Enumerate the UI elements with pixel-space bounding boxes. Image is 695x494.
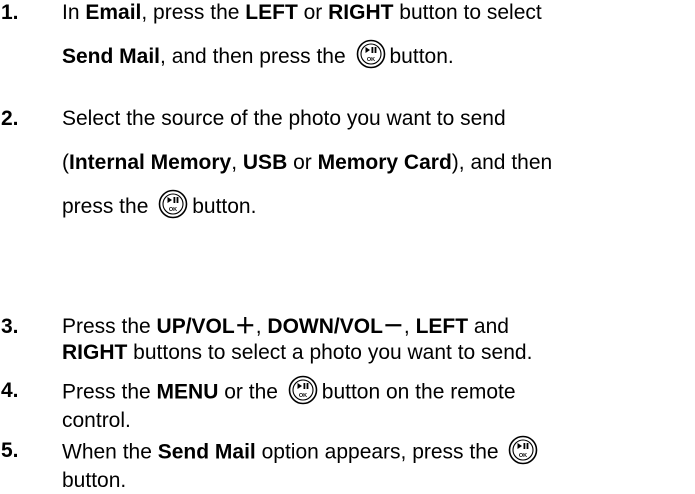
step-line: Press the UP/VOL＋, DOWN/VOL－, LEFT and [62,315,509,338]
ok-play-pause-button-icon: OK [158,189,188,219]
bold-term: DOWN/VOL－ [267,315,404,338]
svg-text:OK: OK [519,453,527,459]
step-line: press the OK button. [62,185,692,229]
step-line: Select the source of the photo you want … [62,107,506,130]
step-number: 5. [1,439,19,462]
step-number: 4. [1,379,19,402]
svg-text:OK: OK [169,207,177,213]
step-number: 3. [1,315,19,338]
ok-play-pause-button-icon: OK [288,375,318,405]
bold-term: LEFT [245,1,298,24]
svg-text:OK: OK [366,57,374,63]
step-text: Press the UP/VOL＋, DOWN/VOL－, LEFT and RI… [62,314,692,366]
bold-term: Email [85,1,142,24]
step-line: control. [62,409,131,432]
bold-term: USB [242,151,288,174]
step-line: When the Send Mail option appears, press… [62,435,692,468]
step-line: Send Mail, and then press the OK button. [62,35,692,79]
step-line: button. [62,469,127,492]
ok-play-pause-button-icon: OK [508,435,538,465]
step-line: In Email, press the LEFT or RIGHT button… [62,1,542,24]
step-text: In Email, press the LEFT or RIGHT button… [62,0,692,79]
step-text: Press the MENU or the OK button on the re… [62,375,692,434]
bold-term: Send Mail [157,440,256,464]
step-line: RIGHT buttons to select a photo you want… [62,341,533,364]
ok-play-pause-button-icon: OK [356,39,386,69]
bold-term: UP/VOL＋ [156,315,256,338]
bold-term: Internal Memory [69,151,232,174]
bold-term: Memory Card [317,151,452,174]
bold-term: RIGHT [328,1,394,24]
bold-term: LEFT [415,315,469,338]
step-text: When the Send Mail option appears, press… [62,435,692,494]
step-line: Press the MENU or the OK button on the re… [62,375,692,408]
step-number: 1. [1,1,19,24]
step-line: (Internal Memory, USB or Memory Card), a… [62,151,553,174]
instruction-list: 1. In Email, press the LEFT or RIGHT but… [0,0,695,492]
svg-text:OK: OK [299,393,307,399]
bold-term: Send Mail [62,45,161,68]
step-number: 2. [1,107,19,130]
step-text: Select the source of the photo you want … [62,97,692,229]
bold-term: MENU [156,380,219,404]
bold-term: RIGHT [62,341,128,364]
